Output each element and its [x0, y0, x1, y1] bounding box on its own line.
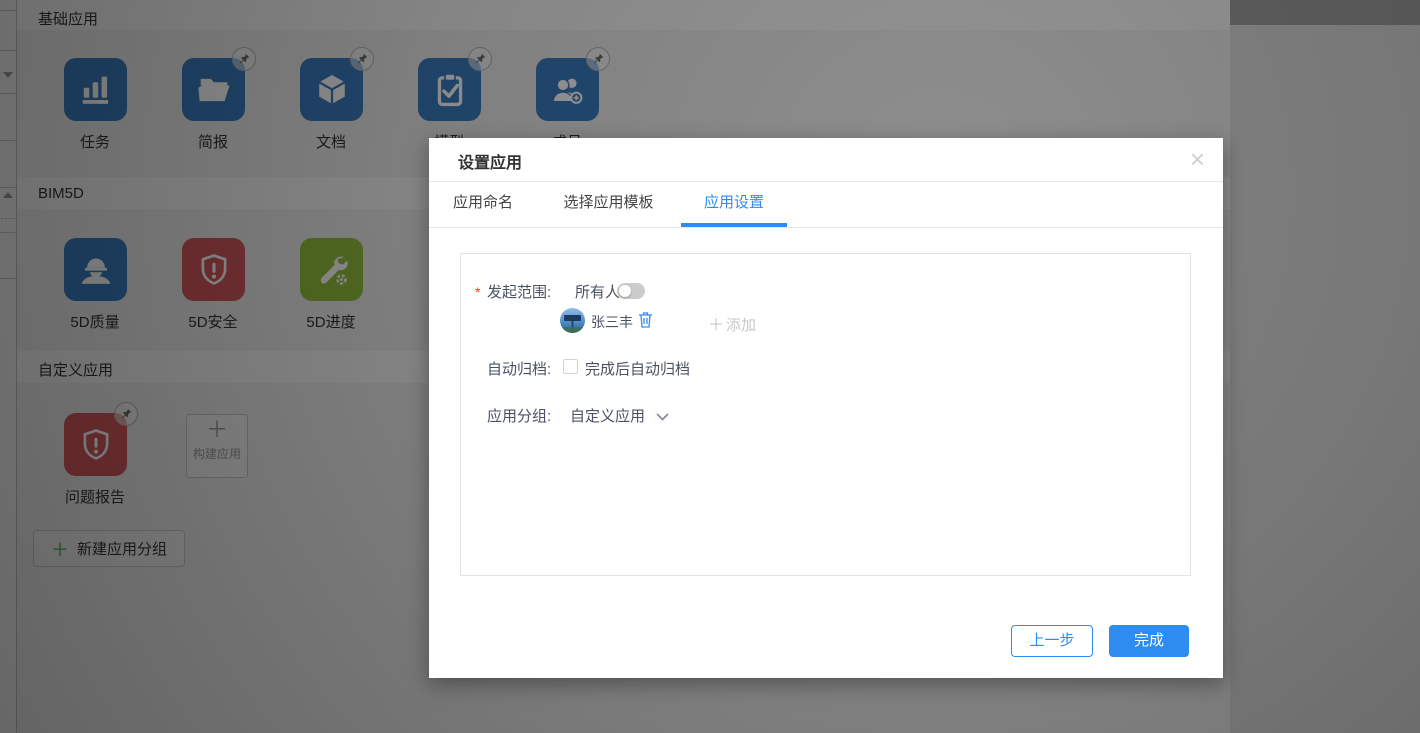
tab-choose-template[interactable]: 选择应用模板	[540, 182, 676, 227]
auto-archive-checkbox[interactable]	[563, 359, 578, 374]
modal-tabs: 应用命名 选择应用模板 应用设置	[429, 182, 1223, 228]
everyone-label: 所有人	[575, 281, 620, 302]
everyone-toggle[interactable]	[617, 283, 645, 299]
finish-button[interactable]: 完成	[1109, 625, 1189, 657]
previous-step-button[interactable]: 上一步	[1011, 625, 1093, 657]
setup-app-modal: 设置应用 × 应用命名 选择应用模板 应用设置 * 发起范围: 所有人 张三丰	[429, 138, 1223, 678]
member-avatar	[560, 308, 585, 333]
plus-icon: ＋	[708, 317, 724, 334]
group-label: 应用分组:	[487, 405, 551, 426]
member-name: 张三丰	[591, 312, 633, 332]
archive-label: 自动归档:	[487, 358, 551, 379]
archive-option-label[interactable]: 完成后自动归档	[585, 358, 690, 379]
tab-app-naming[interactable]: 应用命名	[430, 182, 536, 227]
add-member-button[interactable]: ＋添加	[708, 311, 756, 335]
chevron-down-icon	[656, 413, 669, 422]
required-asterisk: *	[475, 284, 480, 300]
toggle-knob	[619, 285, 631, 297]
close-icon[interactable]: ×	[1190, 144, 1205, 174]
group-value: 自定义应用	[570, 408, 645, 425]
app-screen: 基础应用 任务 简报	[0, 0, 1420, 733]
app-group-dropdown[interactable]: 自定义应用	[570, 405, 662, 426]
add-label: 添加	[726, 317, 756, 334]
delete-member-icon[interactable]	[638, 311, 653, 328]
scope-label: 发起范围:	[487, 281, 551, 302]
modal-title: 设置应用	[458, 149, 522, 173]
tab-app-settings[interactable]: 应用设置	[681, 182, 787, 227]
